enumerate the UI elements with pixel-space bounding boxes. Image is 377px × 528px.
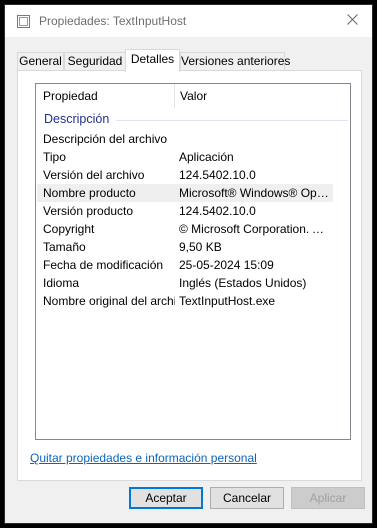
property-value: 124.5402.10.0 bbox=[179, 204, 256, 218]
file-icon bbox=[17, 15, 30, 28]
tab-seguridad[interactable]: Seguridad bbox=[64, 52, 126, 71]
column-header-property[interactable]: Propiedad bbox=[39, 84, 175, 108]
close-button[interactable] bbox=[332, 5, 372, 37]
property-value: Microsoft® Windows® Opera... bbox=[179, 186, 331, 200]
list-item[interactable]: Copyright © Microsoft Corporation. All r… bbox=[37, 220, 333, 238]
property-name: Idioma bbox=[43, 276, 80, 290]
tab-detalles[interactable]: Detalles bbox=[125, 49, 180, 72]
properties-dialog: Propiedades: TextInputHost General Segur… bbox=[4, 4, 373, 524]
window-title: Propiedades: TextInputHost bbox=[39, 14, 187, 28]
property-value: Inglés (Estados Unidos) bbox=[179, 276, 307, 290]
list-item[interactable]: Idioma Inglés (Estados Unidos) bbox=[37, 274, 333, 292]
remove-properties-link[interactable]: Quitar propiedades e información persona… bbox=[30, 451, 257, 465]
property-value: 124.5402.10.0 bbox=[179, 168, 256, 182]
column-header-value[interactable]: Valor bbox=[176, 84, 350, 108]
group-divider bbox=[116, 120, 348, 121]
list-item[interactable]: Fecha de modificación 25-05-2024 15:09 bbox=[37, 256, 333, 274]
tab-strip: General Seguridad Detalles Versiones ant… bbox=[17, 49, 362, 72]
property-name: Nombre original del archivo bbox=[43, 294, 175, 308]
list-item[interactable]: Versión producto 124.5402.10.0 bbox=[37, 202, 333, 220]
property-name: Versión del archivo bbox=[43, 168, 145, 182]
property-value: TextInputHost.exe bbox=[179, 294, 276, 308]
property-value: © Microsoft Corporation. All ri... bbox=[179, 222, 331, 236]
apply-button[interactable]: Aplicar bbox=[291, 487, 365, 509]
property-name: Copyright bbox=[43, 222, 95, 236]
tab-general[interactable]: General bbox=[17, 52, 64, 71]
property-value: 25-05-2024 15:09 bbox=[179, 258, 274, 272]
title-bar[interactable]: Propiedades: TextInputHost bbox=[5, 5, 372, 37]
list-item[interactable]: Descripción del archivo bbox=[37, 130, 333, 148]
property-name: Versión producto bbox=[43, 204, 134, 218]
property-name: Tamaño bbox=[43, 240, 86, 254]
list-item[interactable]: Tipo Aplicación bbox=[37, 148, 333, 166]
group-header-descripcion[interactable]: Descripción bbox=[44, 112, 109, 128]
tab-versiones-anteriores[interactable]: Versiones anteriores bbox=[180, 52, 290, 71]
property-name: Nombre producto bbox=[43, 186, 136, 200]
list-item[interactable]: Tamaño 9,50 KB bbox=[37, 238, 333, 256]
property-value bbox=[179, 130, 331, 148]
close-icon bbox=[346, 14, 358, 28]
property-name: Fecha de modificación bbox=[43, 258, 164, 272]
list-header: Propiedad Valor bbox=[36, 84, 350, 108]
property-value: 9,50 KB bbox=[179, 240, 222, 254]
property-name: Descripción del archivo bbox=[43, 132, 168, 146]
details-list[interactable]: Propiedad Valor Descripción Descripción … bbox=[35, 83, 351, 440]
accept-button[interactable]: Aceptar bbox=[129, 487, 203, 509]
property-value: Aplicación bbox=[179, 150, 234, 164]
list-item-selected[interactable]: Nombre producto Microsoft® Windows® Oper… bbox=[37, 184, 333, 202]
property-name: Tipo bbox=[43, 150, 66, 164]
list-item[interactable]: Versión del archivo 124.5402.10.0 bbox=[37, 166, 333, 184]
details-panel: Propiedad Valor Descripción Descripción … bbox=[17, 70, 362, 481]
cancel-button[interactable]: Cancelar bbox=[210, 487, 284, 509]
list-item[interactable]: Nombre original del archivo TextInputHos… bbox=[37, 292, 333, 310]
